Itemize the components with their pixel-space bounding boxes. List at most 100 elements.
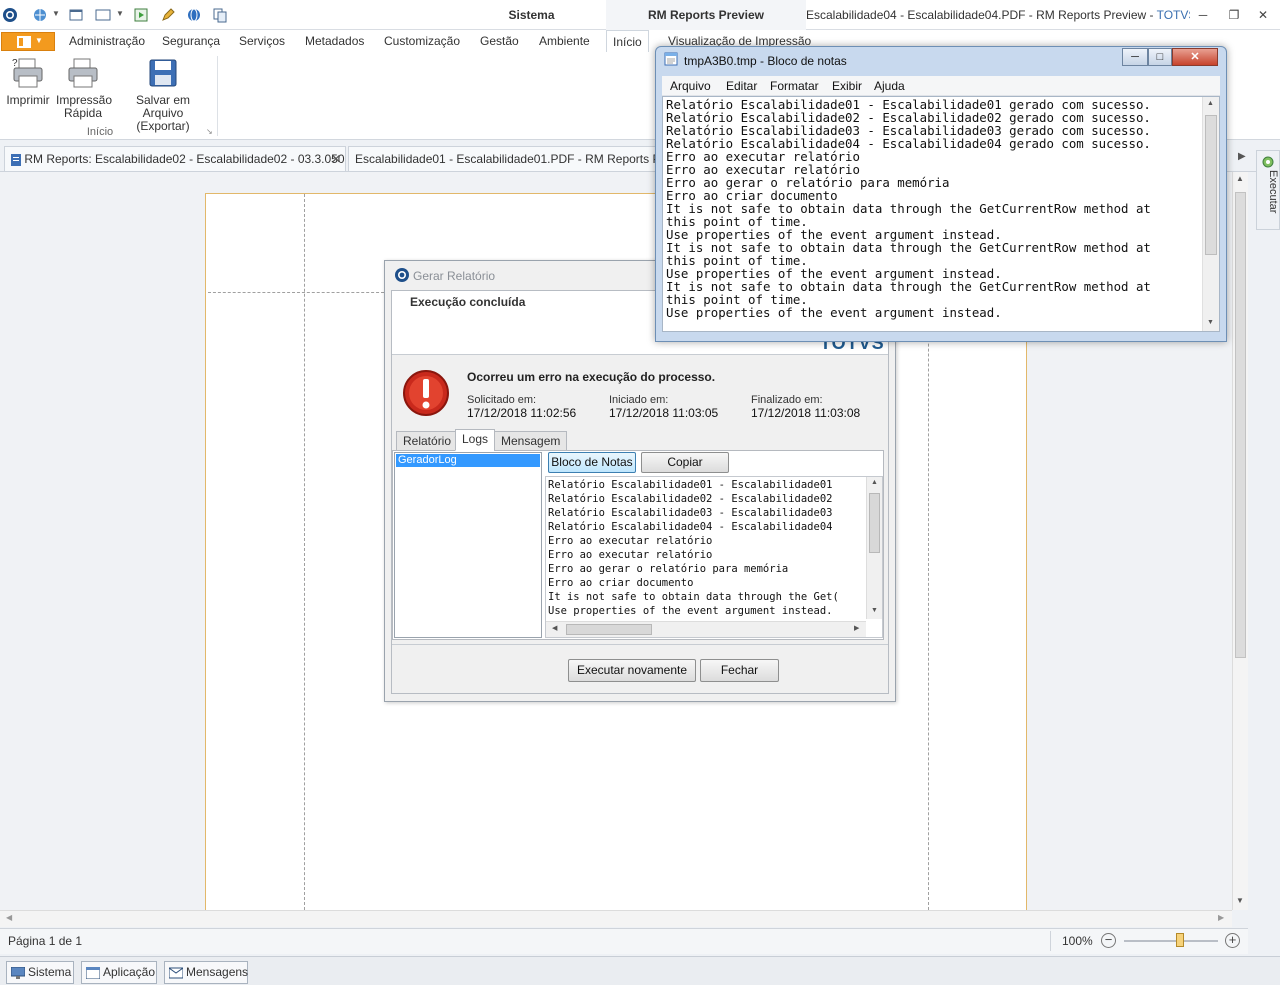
- tab-logs[interactable]: Logs: [455, 429, 496, 451]
- tab-gestao[interactable]: Gestão: [474, 30, 525, 52]
- horizontal-scrollbar[interactable]: ◀ ▶: [0, 910, 1232, 927]
- chevron-down-icon: ▼: [35, 36, 43, 45]
- notepad-maximize-button[interactable]: □: [1148, 48, 1172, 66]
- zoom-slider-thumb[interactable]: [1176, 933, 1185, 947]
- log-horizontal-scroll-thumb[interactable]: [566, 624, 652, 635]
- tab-administracao[interactable]: Administração: [63, 30, 151, 52]
- log-vertical-scroll-thumb[interactable]: [869, 493, 880, 553]
- scroll-left-icon[interactable]: ◀: [6, 913, 12, 922]
- close-dialog-button[interactable]: Fechar: [700, 659, 779, 682]
- menu-arquivo[interactable]: Arquivo: [670, 79, 711, 93]
- log-vertical-scrollbar[interactable]: ▲ ▼: [866, 477, 882, 619]
- scroll-right-icon[interactable]: ▶: [1218, 913, 1224, 922]
- vertical-scroll-thumb[interactable]: [1235, 192, 1246, 658]
- globe-icon[interactable]: [32, 7, 48, 23]
- window-icon[interactable]: [68, 7, 84, 23]
- tab-mensagem[interactable]: Mensagem: [494, 431, 568, 451]
- zoom-in-button[interactable]: +: [1225, 933, 1240, 948]
- close-tab-icon[interactable]: ✕: [331, 147, 341, 171]
- tab-relatorio[interactable]: Relatório: [396, 431, 459, 451]
- log-source-list[interactable]: [394, 452, 542, 638]
- minimize-button[interactable]: ─: [1194, 6, 1212, 24]
- application-menu-button[interactable]: ▼: [1, 32, 55, 51]
- tab-servicos[interactable]: Serviços: [233, 30, 291, 52]
- scroll-up-icon[interactable]: ▲: [871, 479, 878, 486]
- page-margin-left: [304, 194, 305, 910]
- ribbon-group-separator: [217, 56, 218, 136]
- menu-formatar[interactable]: Formatar: [770, 79, 819, 93]
- web-icon[interactable]: [186, 7, 202, 23]
- chevron-down-icon[interactable]: ▼: [116, 9, 124, 18]
- zoom-out-button[interactable]: −: [1101, 933, 1116, 948]
- tab-ambiente[interactable]: Ambiente: [533, 30, 596, 52]
- tab-customizacao[interactable]: Customização: [378, 30, 466, 52]
- scroll-down-icon[interactable]: ▼: [1207, 319, 1214, 326]
- chevron-down-icon[interactable]: ▼: [52, 9, 60, 18]
- doc-tab-label: Escalabilidade01 - Escalabilidade01.PDF …: [355, 152, 655, 166]
- dialog-heading: Execução concluída: [410, 295, 526, 309]
- vertical-scrollbar[interactable]: ▲ ▼: [1232, 172, 1248, 910]
- context-tab-sistema: Sistema: [508, 8, 555, 22]
- open-notepad-button[interactable]: Bloco de Notas: [548, 452, 636, 473]
- ribbon-group-label: Início: [86, 126, 114, 138]
- close-button[interactable]: ✕: [1254, 6, 1272, 24]
- notepad-title: tmpA3B0.tmp - Bloco de notas: [684, 54, 847, 68]
- save-to-file-button[interactable]: Salvar em Arquivo (Exportar): [116, 56, 210, 133]
- copy-icon[interactable]: [212, 7, 228, 23]
- tab-inicio[interactable]: Início: [606, 30, 649, 52]
- menu-ajuda[interactable]: Ajuda: [874, 79, 905, 93]
- tabs-scroll-right-icon[interactable]: ▶: [1238, 151, 1246, 162]
- page-indicator: Página 1 de 1: [8, 934, 83, 948]
- log-horizontal-scrollbar[interactable]: ◀ ▶: [546, 621, 866, 637]
- layout-icon[interactable]: [95, 7, 111, 23]
- started-label: Iniciado em:: [609, 394, 669, 406]
- scroll-up-icon[interactable]: ▲: [1207, 100, 1214, 107]
- taskbar-aplicacao[interactable]: Aplicação: [81, 961, 157, 984]
- dialog-launcher-icon[interactable]: ↘: [206, 127, 213, 136]
- print-button[interactable]: ? Imprimir: [6, 56, 50, 107]
- notepad-vertical-scrollbar[interactable]: ▲ ▼: [1202, 97, 1219, 331]
- gear-icon: [1262, 156, 1274, 168]
- notepad-scroll-thumb[interactable]: [1205, 115, 1217, 255]
- edit-icon[interactable]: [160, 7, 176, 23]
- messages-icon: [169, 967, 183, 979]
- menu-exibir[interactable]: Exibir: [832, 79, 862, 93]
- dialog-footer-divider: [392, 644, 888, 645]
- quick-printer-icon: [68, 58, 98, 88]
- right-dock-label[interactable]: Executar: [1257, 170, 1279, 213]
- rerun-button[interactable]: Executar novamente: [568, 659, 696, 682]
- quick-print-label-2: Rápida: [63, 106, 103, 120]
- log-source-item[interactable]: GeradorLog: [396, 454, 540, 467]
- copy-button[interactable]: Copiar: [641, 452, 729, 473]
- scroll-down-icon[interactable]: ▼: [871, 607, 878, 614]
- status-divider: [1050, 931, 1051, 951]
- quick-print-button[interactable]: Impressão Rápida: [56, 56, 112, 120]
- page-margin-top: [208, 292, 384, 293]
- tab-seguranca[interactable]: Segurança: [156, 30, 226, 52]
- restore-button[interactable]: ❐: [1225, 6, 1243, 24]
- menu-editar[interactable]: Editar: [726, 79, 757, 93]
- run-icon[interactable]: [133, 7, 149, 23]
- scroll-down-icon[interactable]: ▼: [1236, 896, 1244, 905]
- dialog-title: Gerar Relatório: [413, 269, 496, 283]
- notepad-minimize-button[interactable]: ─: [1122, 48, 1148, 66]
- tab-metadados[interactable]: Metadados: [299, 30, 370, 52]
- taskbar-mensagens[interactable]: Mensagens: [164, 961, 248, 984]
- scroll-up-icon[interactable]: ▲: [1236, 174, 1244, 183]
- notepad-text-content[interactable]: Relatório Escalabilidade01 - Escalabilid…: [666, 98, 1202, 328]
- error-icon: [403, 370, 449, 416]
- taskbar-sistema[interactable]: Sistema: [6, 961, 74, 984]
- notepad-close-button[interactable]: ✕: [1172, 48, 1218, 66]
- dialog-logo-icon: [395, 268, 409, 282]
- zoom-level: 100%: [1062, 934, 1093, 948]
- doc-tab-escalabilidade01[interactable]: Escalabilidade01 - Escalabilidade01.PDF …: [348, 146, 656, 171]
- scroll-right-icon[interactable]: ▶: [854, 624, 859, 632]
- log-text-content[interactable]: Relatório Escalabilidade01 - Escalabilid…: [548, 478, 864, 618]
- doc-tab-escalabilidade02[interactable]: RM Reports: Escalabilidade02 - Escalabil…: [4, 146, 346, 171]
- app-logo-icon[interactable]: [2, 7, 18, 23]
- title-bar: ▼ ▼ Sistema RM Reports Preview Escalabil…: [0, 0, 1280, 30]
- scroll-left-icon[interactable]: ◀: [552, 624, 557, 632]
- print-label: Imprimir: [6, 93, 50, 107]
- window-title: Escalabilidade04 - Escalabilidade04.PDF …: [806, 0, 1190, 30]
- zoom-slider-track[interactable]: [1124, 940, 1218, 942]
